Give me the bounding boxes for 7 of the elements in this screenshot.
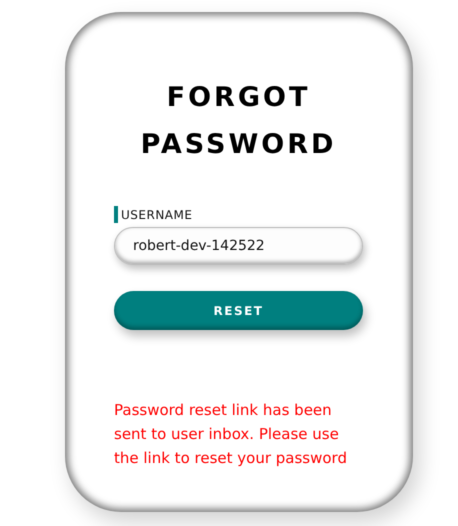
status-message: Password reset link has been sent to user inbox. Please use the link to reset your password [114,400,348,469]
page-title: FORGOT [166,81,312,115]
username-field[interactable]: robert-dev-142522 [114,227,363,265]
page-title: PASSWORD [140,128,338,162]
username-label: USERNAME [121,208,192,222]
reset-button[interactable]: RESET [114,291,363,330]
label-marker [114,206,118,223]
